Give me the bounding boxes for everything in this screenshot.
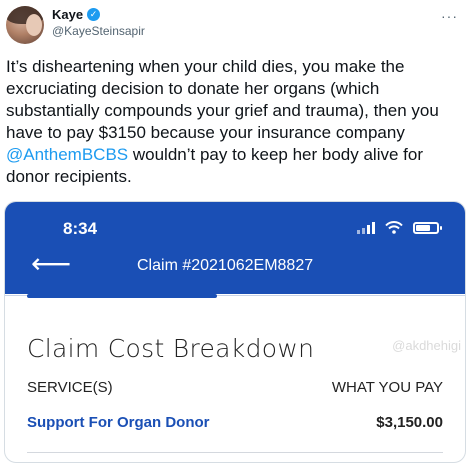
status-icons (357, 221, 442, 234)
back-arrow-icon[interactable]: ⟵ (31, 250, 71, 278)
author-handle[interactable]: @KayeSteinsapir (52, 24, 145, 38)
signal-icon (357, 221, 375, 234)
watermark: @akdhehigi (392, 338, 461, 353)
app-header: 8:34 ⟵ Claim #2021062EM8827 (5, 202, 465, 294)
tweet-card: Kaye ✓ @KayeSteinsapir ··· It’s disheart… (0, 0, 468, 463)
wifi-icon (385, 221, 403, 234)
author-name[interactable]: Kaye (52, 7, 83, 22)
embedded-screenshot[interactable]: 8:34 ⟵ Claim #2021062EM8827 Claim Cost B… (4, 201, 466, 463)
status-time: 8:34 (63, 219, 98, 238)
row-divider (27, 452, 443, 453)
author-row: Kaye ✓ (52, 7, 101, 22)
service-amount: $3,150.00 (376, 414, 443, 431)
tweet-text: It’s disheartening when your child dies,… (6, 56, 458, 188)
more-options-icon[interactable]: ··· (441, 8, 458, 24)
column-header-service: SERVICE(S) (27, 379, 113, 396)
battery-icon (413, 221, 442, 234)
section-title: Claim Cost Breakdown (27, 334, 315, 363)
mention-link[interactable]: @AnthemBCBS (6, 145, 128, 164)
verified-badge-icon: ✓ (87, 8, 101, 21)
claim-title: Claim #2021062EM8827 (137, 257, 314, 274)
avatar[interactable] (6, 6, 44, 44)
tweet-text-before: It’s disheartening when your child dies,… (6, 57, 439, 142)
active-tab-indicator (27, 294, 217, 298)
service-link[interactable]: Support For Organ Donor (27, 414, 209, 431)
avatar-face (26, 14, 42, 36)
column-header-pay: WHAT YOU PAY (331, 379, 443, 396)
